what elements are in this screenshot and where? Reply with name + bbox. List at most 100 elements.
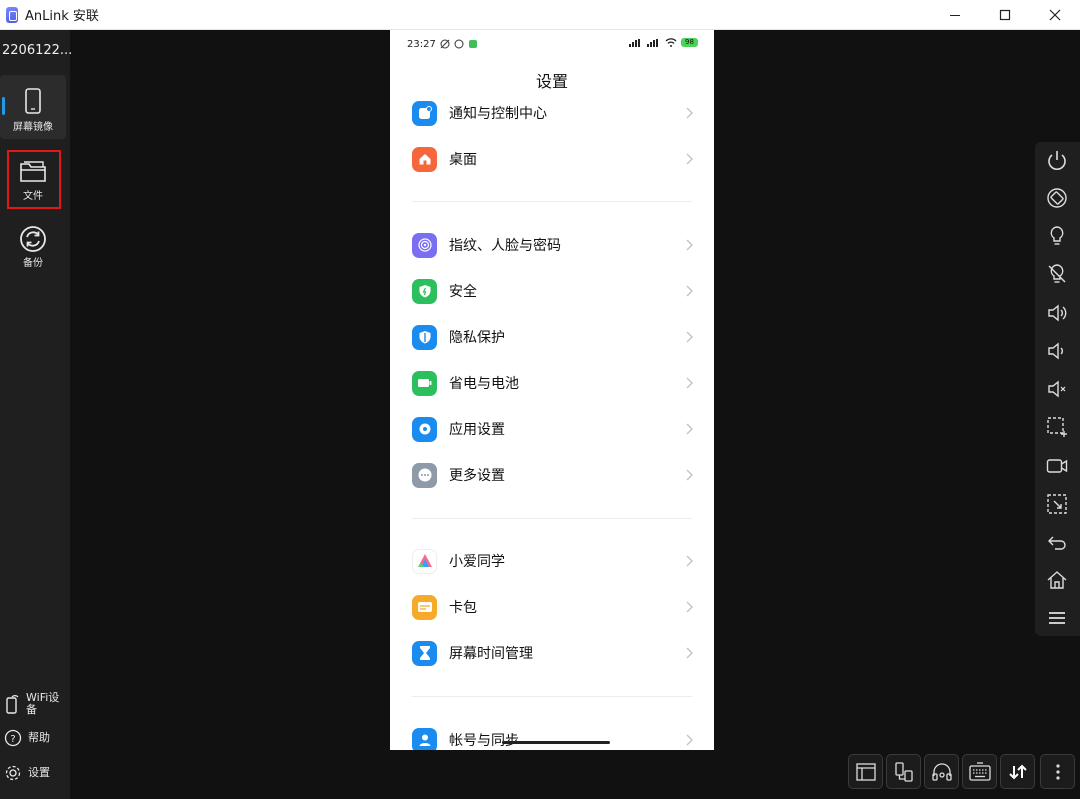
help-item[interactable]: ? 帮助	[4, 729, 50, 747]
record-icon	[1046, 455, 1068, 477]
nav-label: 备份	[23, 254, 43, 269]
back-button[interactable]	[1045, 530, 1069, 554]
setting-label: 隐私保护	[449, 327, 684, 347]
maximize-button[interactable]	[980, 0, 1030, 30]
signal-icon	[647, 39, 661, 47]
setting-wallet[interactable]: 卡包	[412, 590, 694, 624]
help-icon: ?	[4, 729, 22, 747]
setting-label: 卡包	[449, 597, 684, 617]
chevron-right-icon	[684, 423, 694, 435]
setting-account[interactable]: 帐号与同步	[412, 723, 694, 750]
right-toolbar	[1035, 142, 1080, 636]
phone-icon	[22, 88, 44, 114]
chevron-right-icon	[684, 555, 694, 567]
app-logo-icon	[6, 7, 18, 23]
back-icon	[1046, 531, 1068, 553]
group-divider	[412, 696, 692, 697]
setting-screen-time[interactable]: 屏幕时间管理	[412, 636, 694, 670]
mute-button[interactable]	[1045, 377, 1069, 401]
chevron-right-icon	[684, 239, 694, 251]
minimize-icon	[949, 9, 961, 21]
page-title: 设置	[390, 68, 714, 92]
screenshot-button[interactable]	[1045, 415, 1069, 439]
privacy-icon	[412, 325, 437, 350]
svg-text:?: ?	[10, 734, 15, 745]
group-divider	[412, 201, 692, 202]
setting-label: 安全	[449, 281, 684, 301]
status-icons	[440, 39, 480, 49]
keyboard-button[interactable]	[962, 754, 997, 789]
setting-privacy[interactable]: 隐私保护	[412, 320, 694, 354]
wifi-icon	[665, 38, 677, 47]
close-button[interactable]	[1030, 0, 1080, 30]
setting-label: 小爱同学	[449, 551, 684, 571]
wallet-icon	[412, 595, 437, 620]
hourglass-icon	[412, 641, 437, 666]
volume-down-icon	[1046, 340, 1068, 362]
signal-icon	[629, 39, 643, 47]
setting-xiaoai[interactable]: 小爱同学	[412, 544, 694, 578]
usb-icon	[893, 761, 915, 783]
volume-down-button[interactable]	[1045, 339, 1069, 363]
setting-notifications[interactable]: 通知与控制中心	[412, 96, 694, 130]
shield-icon	[412, 279, 437, 304]
nav-backup[interactable]: 备份	[0, 225, 66, 275]
chevron-right-icon	[684, 601, 694, 613]
screen-on-button[interactable]	[1045, 224, 1069, 248]
rotate-button[interactable]	[1045, 186, 1069, 210]
settings-item[interactable]: 设置	[4, 764, 50, 782]
home-nav-button[interactable]	[1045, 568, 1069, 592]
setting-label: 屏幕时间管理	[449, 643, 684, 663]
screenshot-icon	[1046, 416, 1068, 438]
setting-desktop[interactable]: 桌面	[412, 142, 694, 176]
device-name[interactable]: 2206122...	[2, 43, 72, 58]
more-icon	[412, 463, 437, 488]
chevron-right-icon	[684, 377, 694, 389]
wifi-device-item[interactable]: WiFi设备	[4, 692, 64, 716]
status-right: 98	[629, 38, 698, 47]
screen-off-button[interactable]	[1045, 262, 1069, 286]
setting-apps[interactable]: 应用设置	[412, 412, 694, 446]
layout-button[interactable]	[848, 754, 883, 789]
phone-screen[interactable]: 23:27 98 设置 通知与控制中心 桌面	[390, 30, 714, 750]
battery-indicator: 98	[681, 38, 698, 47]
setting-battery[interactable]: 省电与电池	[412, 366, 694, 400]
menu-button[interactable]	[1045, 606, 1069, 630]
bulb-on-icon	[1046, 225, 1068, 247]
chevron-right-icon	[684, 153, 694, 165]
setting-label: 桌面	[449, 149, 684, 169]
bulb-off-icon	[1046, 263, 1068, 285]
window-controls	[930, 0, 1080, 30]
minimize-button[interactable]	[930, 0, 980, 30]
transfer-button[interactable]	[1000, 754, 1035, 789]
maximize-icon	[999, 9, 1011, 21]
status-bar: 23:27 98	[390, 30, 714, 58]
fingerprint-icon	[412, 233, 437, 258]
layout-icon	[855, 761, 877, 783]
more-options-button[interactable]	[1040, 754, 1075, 789]
record-button[interactable]	[1045, 454, 1069, 478]
sync-icon	[19, 225, 47, 253]
notification-icon	[412, 101, 437, 126]
window-titlebar: AnLink 安联	[0, 0, 1080, 30]
chevron-right-icon	[684, 647, 694, 659]
volume-up-icon	[1046, 302, 1068, 324]
account-icon	[412, 728, 437, 751]
volume-up-button[interactable]	[1045, 301, 1069, 325]
wifi-device-label: WiFi设备	[26, 692, 64, 716]
active-indicator	[2, 97, 5, 115]
usb-button[interactable]	[886, 754, 921, 789]
gear-icon	[4, 764, 22, 782]
region-capture-button[interactable]	[1045, 492, 1069, 516]
setting-more[interactable]: 更多设置	[412, 458, 694, 492]
power-button[interactable]	[1045, 148, 1069, 172]
nav-screen-mirror[interactable]: 屏幕镜像	[0, 75, 66, 139]
help-label: 帮助	[28, 732, 50, 744]
setting-security[interactable]: 安全	[412, 274, 694, 308]
setting-fingerprint[interactable]: 指纹、人脸与密码	[412, 228, 694, 262]
home-icon	[412, 147, 437, 172]
gesture-home-bar[interactable]	[502, 741, 610, 744]
mute-icon	[1046, 378, 1068, 400]
headset-button[interactable]	[924, 754, 959, 789]
region-capture-icon	[1046, 493, 1068, 515]
